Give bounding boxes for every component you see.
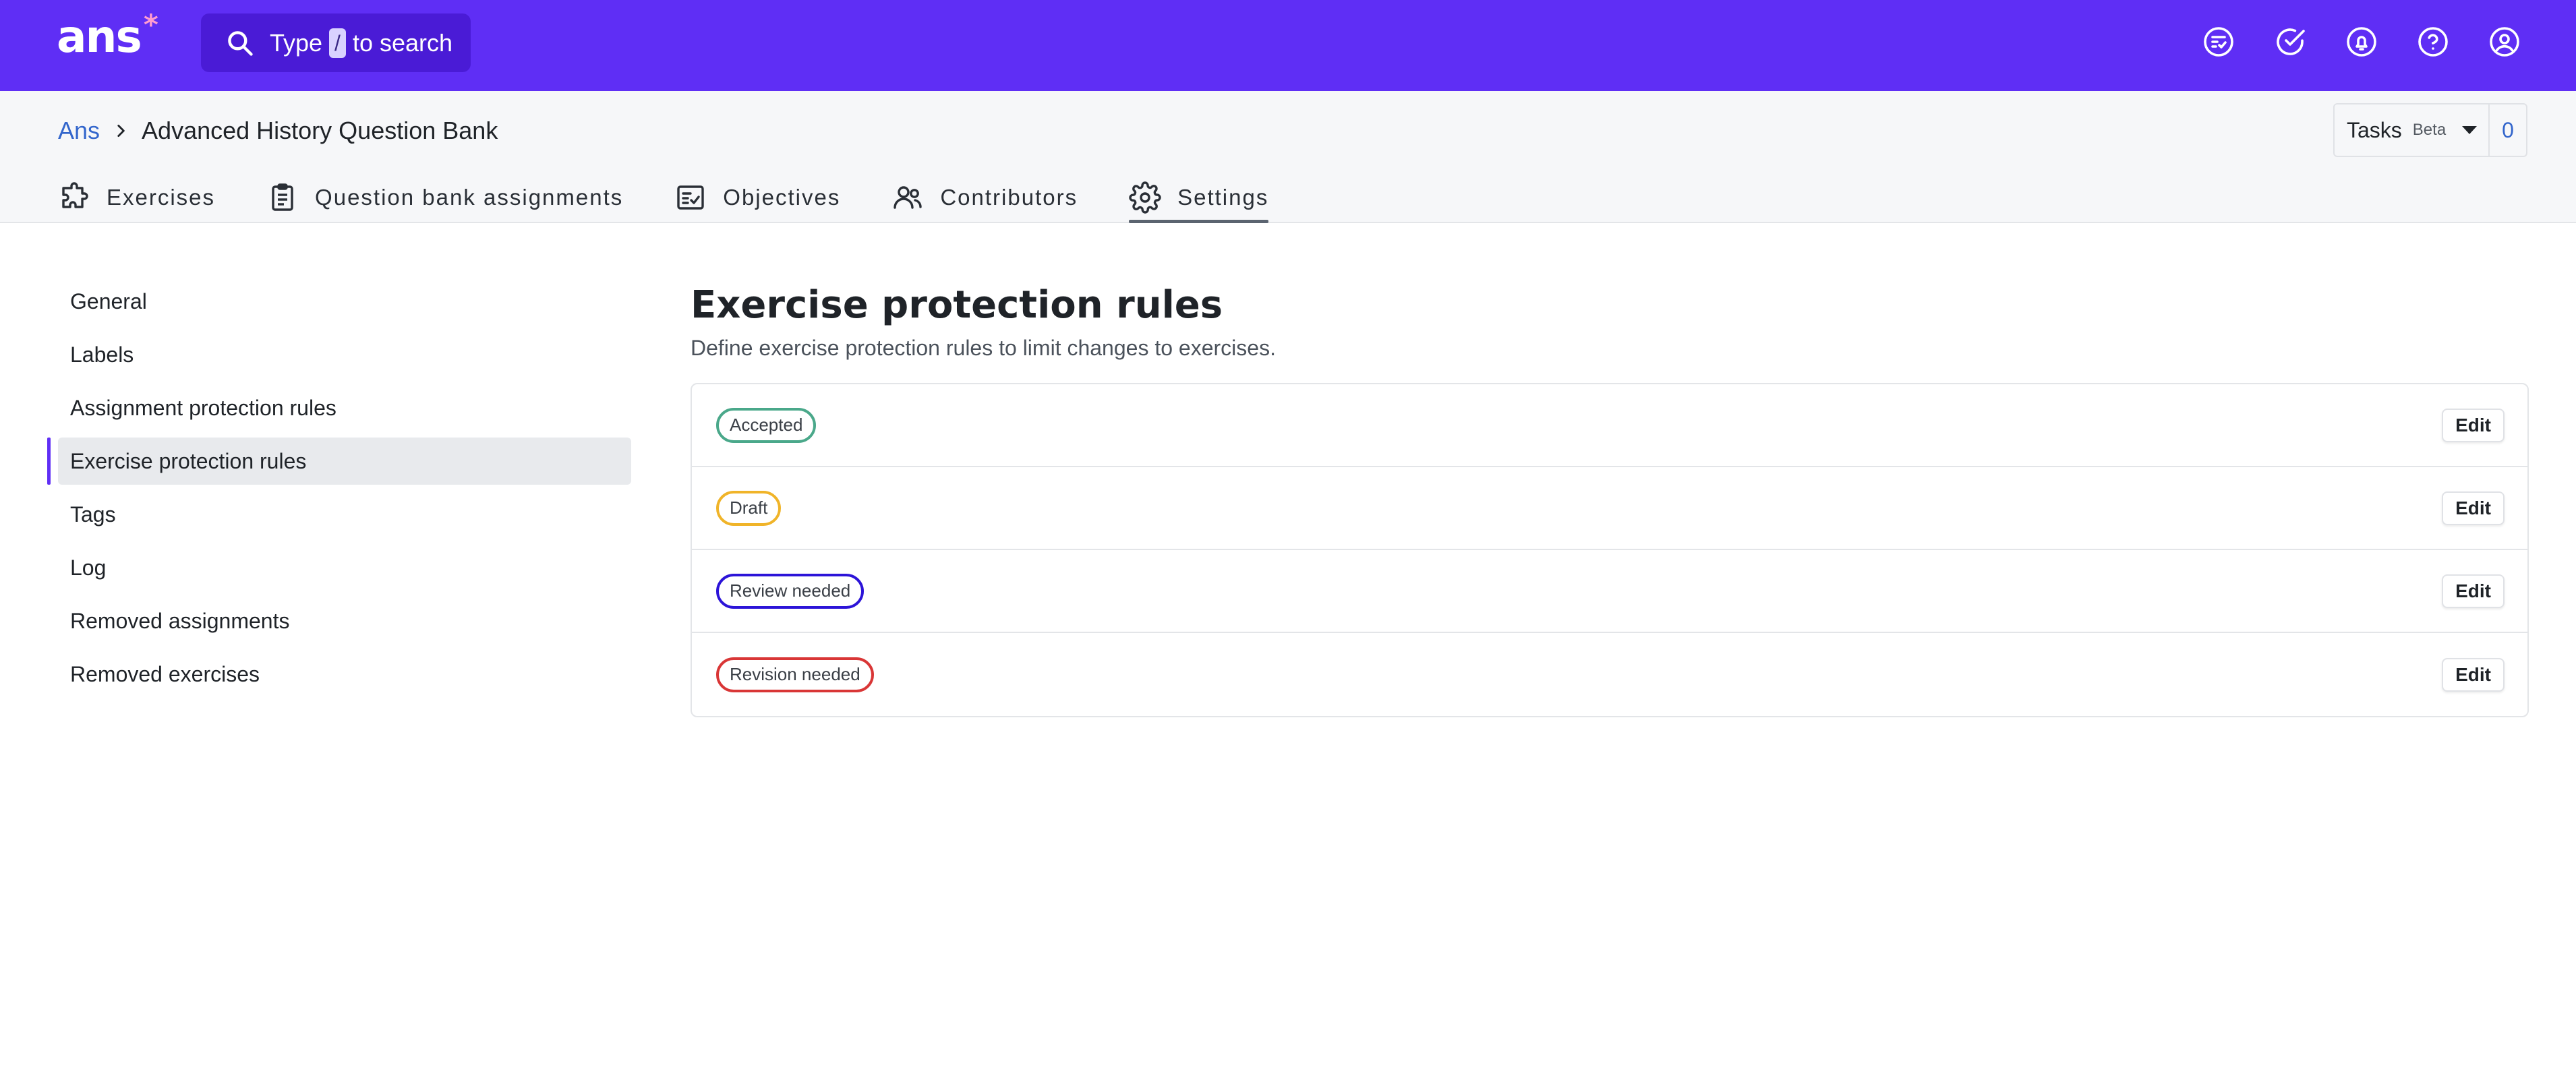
status-badge-review-needed: Review needed bbox=[716, 573, 865, 609]
logo-text: ans bbox=[57, 11, 142, 63]
sub-header: Ans Advanced History Question Bank Tasks… bbox=[0, 91, 2576, 223]
tasks-count[interactable]: 0 bbox=[2488, 104, 2526, 156]
rules-list: Accepted Edit Draft Edit Review needed E… bbox=[691, 383, 2529, 717]
status-badge-accepted: Accepted bbox=[716, 407, 817, 443]
tab-contributors[interactable]: Contributors bbox=[891, 172, 1078, 223]
help-icon[interactable] bbox=[2417, 26, 2449, 58]
settings-nav-removed-assignments[interactable]: Removed assignments bbox=[49, 597, 631, 644]
tab-settings[interactable]: Settings bbox=[1129, 172, 1269, 223]
tasks-dropdown[interactable]: Tasks Beta 0 bbox=[2333, 103, 2527, 157]
settings-nav-log[interactable]: Log bbox=[49, 544, 631, 591]
search-icon bbox=[228, 30, 253, 56]
settings-nav: General Labels Assignment protection rul… bbox=[47, 278, 631, 704]
rule-row: Accepted Edit bbox=[692, 384, 2527, 467]
users-icon bbox=[894, 186, 923, 209]
bell-icon[interactable] bbox=[2345, 26, 2378, 58]
logo-mark: * bbox=[143, 8, 158, 41]
tab-label: Question bank assignments bbox=[315, 185, 624, 210]
settings-nav-labels[interactable]: Labels bbox=[49, 331, 631, 378]
chevron-right-icon bbox=[112, 122, 129, 140]
settings-nav-assignment-protection-rules[interactable]: Assignment protection rules bbox=[49, 384, 631, 431]
settings-nav-general[interactable]: General bbox=[49, 278, 631, 325]
breadcrumb-root-link[interactable]: Ans bbox=[58, 117, 100, 145]
gear-icon bbox=[1129, 181, 1161, 214]
tab-label: Objectives bbox=[723, 185, 841, 210]
tab-exercises[interactable]: Exercises bbox=[58, 172, 215, 223]
search-suffix: to search bbox=[352, 28, 453, 57]
breadcrumb-current: Advanced History Question Bank bbox=[142, 117, 498, 144]
tab-bar: Exercises Question bank assignments Obje… bbox=[58, 172, 1320, 223]
main-content: Exercise protection rules Define exercis… bbox=[691, 282, 2529, 717]
settings-nav-removed-exercises[interactable]: Removed exercises bbox=[49, 651, 631, 698]
page-description: Define exercise protection rules to limi… bbox=[691, 336, 1276, 360]
clipboard-icon bbox=[272, 183, 293, 211]
tasks-label: Tasks bbox=[2347, 117, 2402, 142]
search-shortcut-key: / bbox=[329, 28, 346, 58]
settings-nav-tags[interactable]: Tags bbox=[49, 491, 631, 538]
search-prefix: Type bbox=[270, 28, 323, 57]
rule-row: Review needed Edit bbox=[692, 550, 2527, 633]
search-bar[interactable]: Type / to search bbox=[201, 13, 471, 72]
edit-button[interactable]: Edit bbox=[2442, 408, 2505, 442]
logo[interactable]: ans* bbox=[57, 11, 158, 59]
checklist-icon[interactable] bbox=[2202, 26, 2235, 58]
caret-down-icon bbox=[2462, 126, 2478, 134]
tab-label: Contributors bbox=[940, 185, 1078, 210]
edit-button[interactable]: Edit bbox=[2442, 491, 2505, 525]
tab-label: Exercises bbox=[107, 185, 216, 210]
tab-label: Settings bbox=[1177, 185, 1269, 210]
checklist-icon bbox=[677, 185, 704, 210]
beta-badge: Beta bbox=[2412, 121, 2447, 139]
tab-objectives[interactable]: Objectives bbox=[674, 172, 840, 223]
top-bar: ans* Type / to search bbox=[0, 0, 2576, 91]
top-icons bbox=[2202, 26, 2521, 58]
page-title: Exercise protection rules bbox=[691, 283, 1223, 327]
edit-button[interactable]: Edit bbox=[2442, 574, 2505, 608]
settings-nav-exercise-protection-rules[interactable]: Exercise protection rules bbox=[47, 438, 631, 485]
tab-question-bank-assignments[interactable]: Question bank assignments bbox=[266, 172, 623, 223]
breadcrumb: Ans Advanced History Question Bank bbox=[58, 117, 498, 145]
check-circle-icon[interactable] bbox=[2274, 26, 2306, 58]
edit-button[interactable]: Edit bbox=[2442, 657, 2505, 692]
status-badge-draft: Draft bbox=[716, 490, 782, 526]
puzzle-icon bbox=[62, 182, 88, 208]
user-icon[interactable] bbox=[2488, 26, 2521, 58]
status-badge-revision-needed: Revision needed bbox=[716, 657, 874, 692]
rule-row: Revision needed Edit bbox=[692, 633, 2527, 716]
rule-row: Draft Edit bbox=[692, 467, 2527, 550]
